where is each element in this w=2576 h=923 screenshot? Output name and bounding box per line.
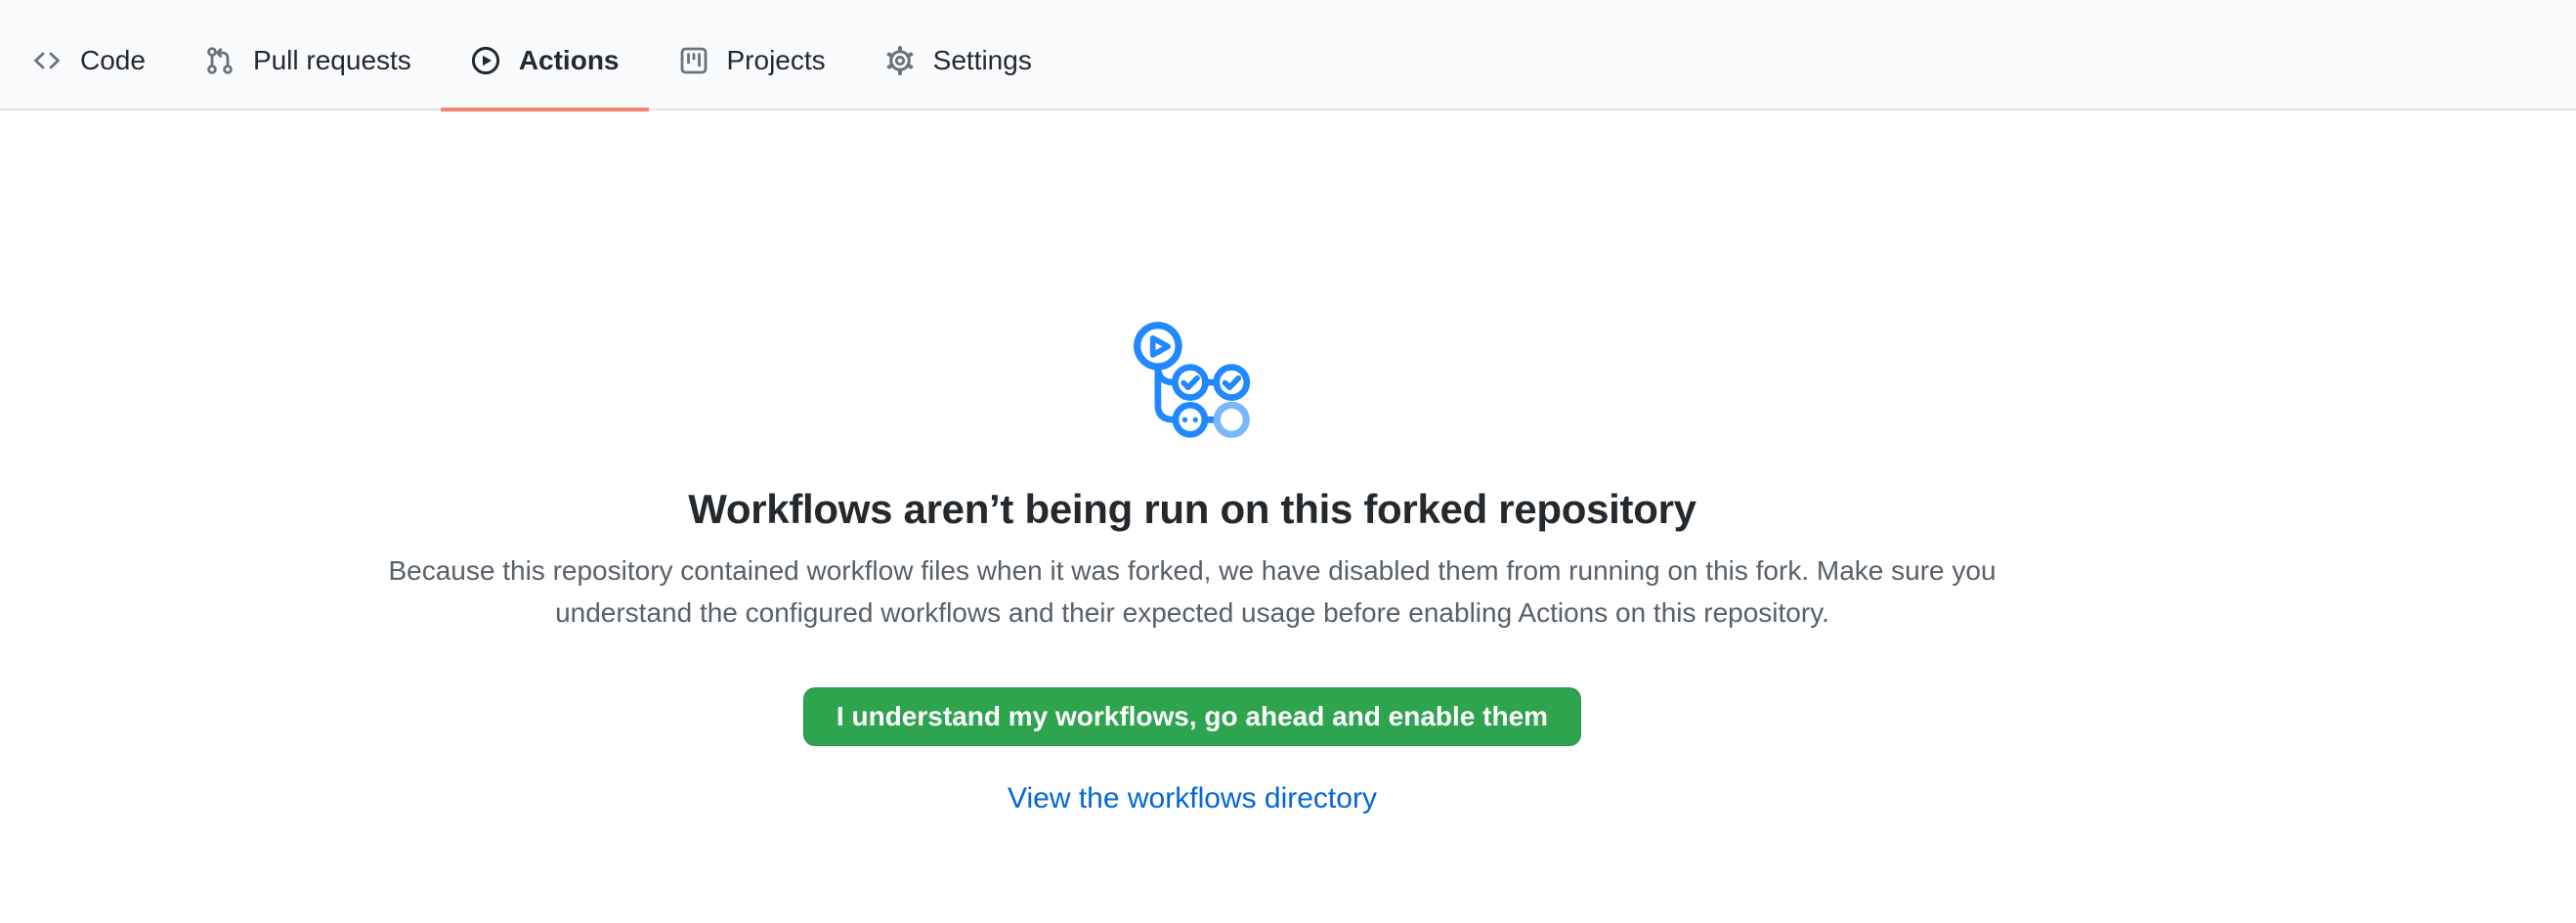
view-workflows-directory-link[interactable]: View the workflows directory [1008,782,1377,815]
play-circle-icon [470,45,501,76]
tab-actions[interactable]: Actions [441,0,649,111]
code-icon [31,45,63,76]
repo-tab-bar: Code Pull requests Actions [0,0,2576,110]
workflow-graph-icon [1132,320,1253,441]
tab-label: Code [80,45,146,76]
tab-label: Settings [933,45,1032,76]
actions-disabled-notice: Workflows aren’t being run on this forke… [0,110,2384,815]
enable-workflows-button[interactable]: I understand my workflows, go ahead and … [803,687,1581,746]
pull-request-icon [204,45,236,76]
tab-label: Projects [727,45,826,76]
tab-projects[interactable]: Projects [649,0,855,111]
tab-code[interactable]: Code [2,0,175,111]
tab-settings[interactable]: Settings [855,0,1061,111]
tab-label: Actions [519,45,620,76]
empty-state-title: Workflows aren’t being run on this forke… [688,486,1696,533]
tab-label: Pull requests [253,45,411,76]
tab-pull-requests[interactable]: Pull requests [175,0,441,111]
project-board-icon [678,45,709,76]
gear-icon [884,45,916,76]
empty-state-description: Because this repository contained workfl… [381,549,2003,634]
